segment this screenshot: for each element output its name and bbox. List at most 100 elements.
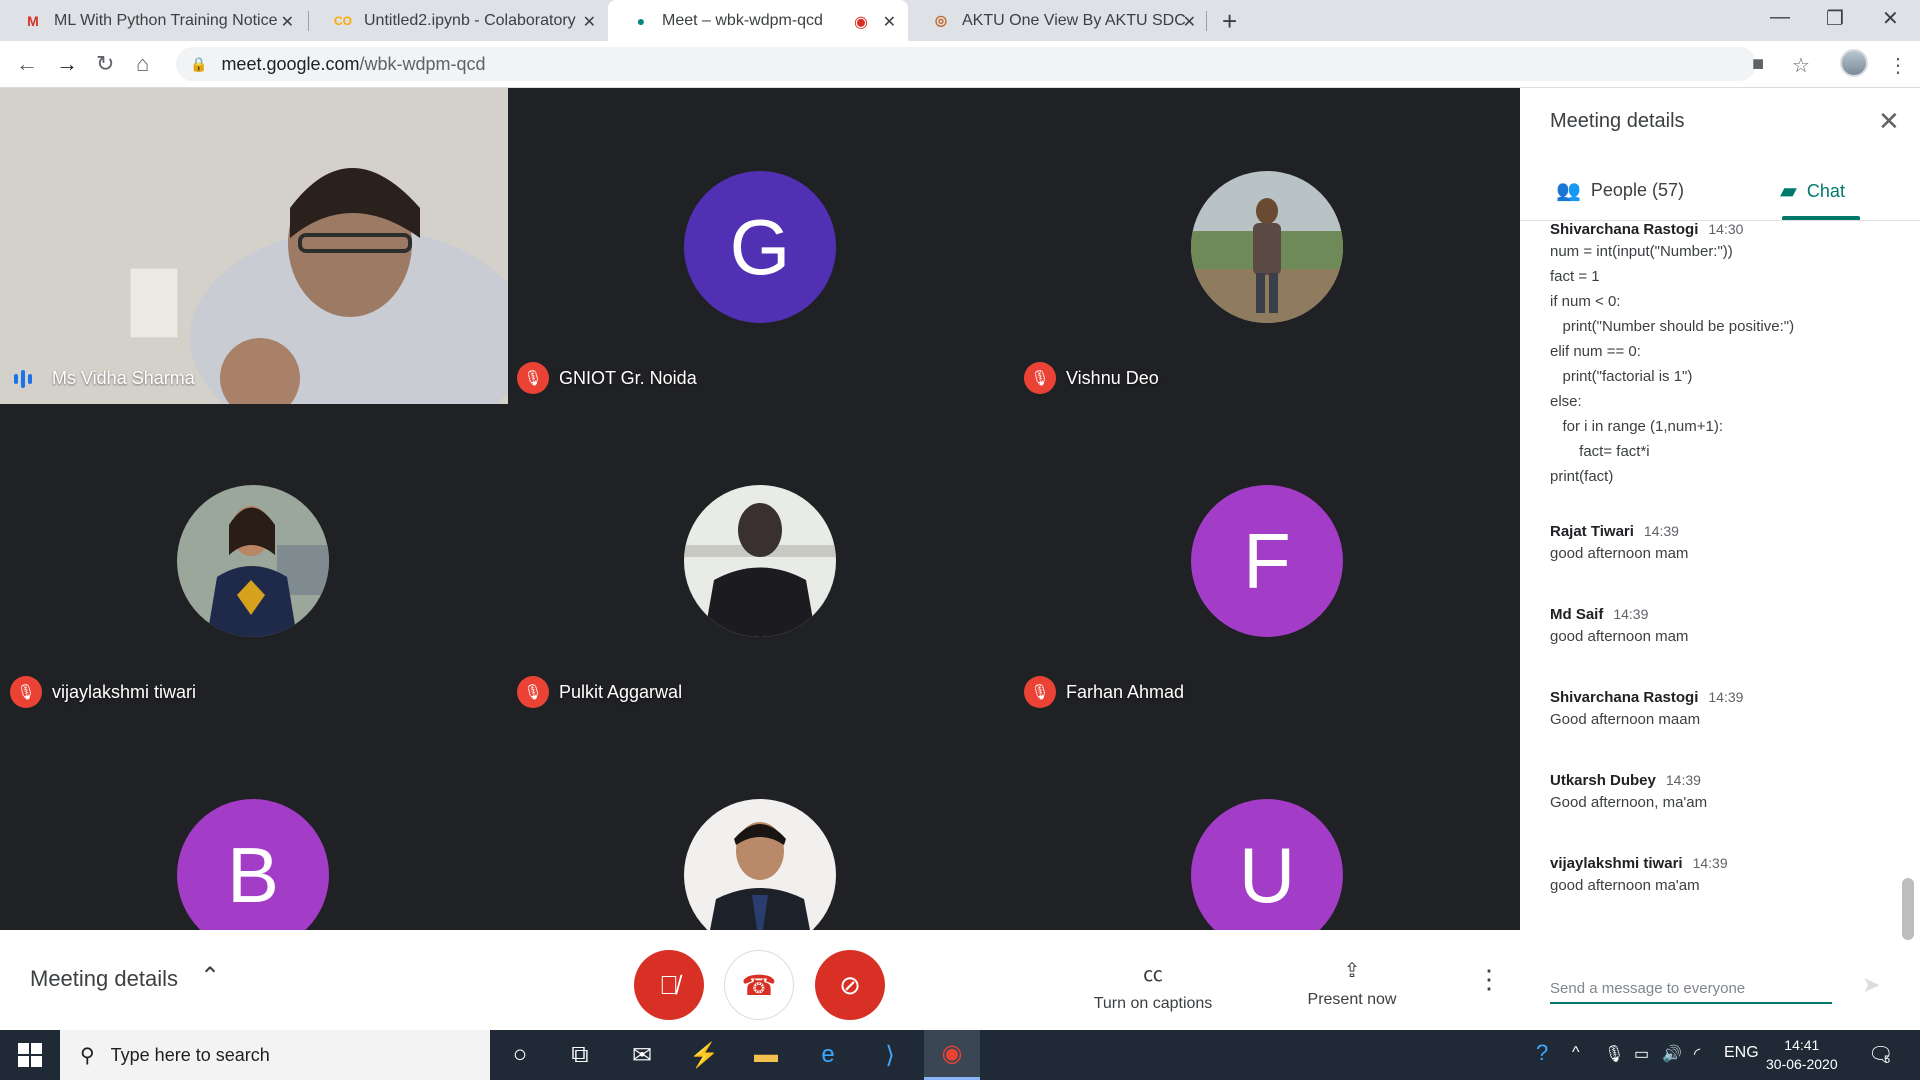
taskbar-search[interactable]: ⚲ Type here to search: [60, 1030, 490, 1080]
message-line: fact = 1: [1550, 268, 1600, 285]
more-options-icon[interactable]: ⋮: [1476, 964, 1502, 995]
participant-avatar: [1191, 171, 1343, 323]
present-label: Present now: [1307, 991, 1397, 1008]
help-icon[interactable]: ?: [1536, 1040, 1548, 1066]
battery-icon[interactable]: ▭: [1634, 1044, 1649, 1064]
participant-name: Vishnu Deo: [1066, 368, 1159, 388]
participant-tile[interactable]: U: [1014, 716, 1520, 930]
participant-tile[interactable]: 🎙 Vishnu Deo: [1014, 88, 1520, 402]
chat-message: Md Saif 14:39 good afternoon mam: [1550, 606, 1900, 649]
tab-colab[interactable]: CO Untitled2.ipynb - Colaboratory ✕: [310, 0, 608, 41]
notification-count: 5: [1884, 1054, 1891, 1066]
browser-menu-icon[interactable]: ⋮: [1888, 53, 1908, 78]
bookmark-star-icon[interactable]: ☆: [1792, 53, 1810, 78]
chat-message-list[interactable]: Shivarchana Rastogi 14:30 num = int(input…: [1520, 221, 1910, 933]
new-tab-button[interactable]: +: [1222, 6, 1237, 37]
close-icon[interactable]: ✕: [1183, 12, 1196, 32]
address-bar[interactable]: 🔒 meet.google.com/wbk-wdpm-qcd: [176, 47, 1756, 81]
chat-icon: ▰: [1780, 178, 1797, 203]
mic-muted-icon: 🎙: [517, 362, 549, 394]
message-line: for i in range (1,num+1):: [1550, 418, 1724, 435]
language-indicator[interactable]: ENG: [1724, 1044, 1759, 1062]
chat-message: Shivarchana Rastogi 14:30 num = int(input…: [1550, 221, 1900, 489]
close-icon[interactable]: ✕: [883, 12, 896, 32]
participant-tile[interactable]: B: [0, 716, 507, 930]
participant-tile[interactable]: 🎙 vijaylakshmi tiwari: [0, 402, 507, 716]
meeting-details-panel: Meeting details ✕ 👥 People (57) ▰ Chat S…: [1520, 88, 1920, 1030]
tab-aktu[interactable]: ◎ AKTU One View By AKTU SDC ✕: [908, 0, 1208, 41]
mic-toggle-button[interactable]: 🎙̸: [634, 950, 704, 1020]
tab-chat-label: Chat: [1806, 180, 1845, 201]
message-time: 14:39: [1692, 855, 1728, 871]
chevron-up-icon[interactable]: ^: [1572, 1044, 1580, 1062]
participant-tile[interactable]: G 🎙 GNIOT Gr. Noida: [507, 88, 1014, 402]
message-sender: vijaylakshmi tiwari: [1550, 855, 1683, 872]
tab-gmail[interactable]: M ML With Python Training Notice ✕: [0, 0, 306, 41]
participant-video: [0, 88, 508, 404]
close-icon[interactable]: ✕: [583, 12, 596, 32]
speaking-indicator-icon: [14, 370, 32, 388]
participant-name: Farhan Ahmad: [1066, 682, 1185, 702]
mail-icon[interactable]: ✉: [614, 1030, 670, 1080]
camera-toggle-button[interactable]: ⊘: [815, 950, 885, 1020]
home-icon[interactable]: ⌂: [136, 51, 149, 77]
chat-message: Shivarchana Rastogi 14:39 Good afternoon …: [1550, 689, 1900, 732]
chrome-icon[interactable]: ◉: [924, 1030, 980, 1080]
mic-muted-icon: 🎙: [1024, 362, 1056, 394]
participant-tile[interactable]: Ms Vidha Sharma: [0, 88, 508, 404]
restore-button[interactable]: ❐: [1826, 6, 1844, 31]
profile-avatar[interactable]: [1840, 49, 1868, 77]
edge-icon[interactable]: e: [800, 1030, 856, 1080]
chevron-up-icon[interactable]: ⌃: [200, 962, 220, 991]
windows-taskbar: ⚲ Type here to search ○ ⧉ ✉ ⚡ ▬ e ⟩ ◉ ? …: [0, 1030, 1920, 1080]
back-icon[interactable]: ←: [16, 51, 38, 77]
url-path: /wbk-wdpm-qcd: [359, 53, 486, 74]
sourcetree-icon[interactable]: ⚡: [676, 1030, 732, 1080]
forward-icon[interactable]: →: [56, 51, 78, 77]
tab-chat[interactable]: ▰ Chat: [1780, 178, 1845, 204]
microphone-icon[interactable]: 🎙: [1604, 1044, 1624, 1064]
search-icon: ⚲: [80, 1044, 95, 1067]
people-icon: 👥: [1556, 180, 1581, 202]
tab-meet[interactable]: ● Meet – wbk-wdpm-qcd ◉ ✕: [608, 0, 908, 41]
participant-tile[interactable]: 🎙 Pulkit Aggarwal: [507, 402, 1014, 716]
participant-name: Pulkit Aggarwal: [559, 682, 683, 702]
close-icon[interactable]: ✕: [281, 12, 294, 32]
message-line: elif num == 0:: [1550, 343, 1641, 360]
volume-icon[interactable]: 🔊: [1662, 1044, 1682, 1064]
task-view-icon[interactable]: ⧉: [552, 1030, 608, 1080]
browser-tab-strip: M ML With Python Training Notice ✕ CO Un…: [0, 0, 1920, 41]
tab-title: Meet – wbk-wdpm-qcd: [662, 11, 823, 29]
present-now-button[interactable]: ⇪ Present now: [1300, 958, 1404, 1009]
minimize-button[interactable]: —: [1770, 6, 1790, 29]
send-icon[interactable]: ➤: [1862, 972, 1880, 998]
tab-people[interactable]: 👥 People (57): [1556, 178, 1684, 203]
participant-tile[interactable]: [507, 716, 1014, 930]
aktu-icon: ◎: [934, 12, 948, 28]
file-explorer-icon[interactable]: ▬: [738, 1030, 794, 1080]
participant-avatar: B: [177, 799, 329, 930]
url-host: meet.google.com: [221, 53, 360, 74]
vscode-icon[interactable]: ⟩: [862, 1030, 918, 1080]
close-icon[interactable]: ✕: [1878, 106, 1900, 137]
cortana-icon[interactable]: ○: [492, 1030, 548, 1080]
message-line: print("Number should be positive:"): [1550, 318, 1795, 335]
wifi-icon[interactable]: ◜: [1694, 1044, 1700, 1064]
message-line: Good afternoon maam: [1550, 711, 1701, 728]
leave-call-button[interactable]: ☎: [724, 950, 794, 1020]
meeting-control-bar: Meeting details ⌃ 🎙̸ ☎ ⊘ ㏄ Turn on capti…: [0, 930, 1520, 1030]
window-close-button[interactable]: ✕: [1882, 6, 1899, 31]
captions-button[interactable]: ㏄ Turn on captions: [1088, 958, 1218, 1013]
camera-icon[interactable]: ■: [1752, 53, 1764, 76]
participant-tile[interactable]: F 🎙 Farhan Ahmad: [1014, 402, 1520, 716]
chat-message-input[interactable]: Send a message to everyone: [1550, 976, 1832, 1004]
hang-up-icon: ☎: [741, 969, 777, 1001]
reload-icon[interactable]: ↻: [96, 51, 114, 77]
message-time: 14:30: [1708, 221, 1744, 237]
chat-scrollbar[interactable]: [1902, 878, 1914, 940]
meeting-details-button[interactable]: Meeting details: [30, 966, 178, 992]
taskbar-clock[interactable]: 14:41 30-06-2020: [1766, 1036, 1838, 1074]
windows-start-icon[interactable]: [18, 1043, 42, 1067]
message-line: good afternoon ma'am: [1550, 877, 1700, 894]
panel-title: Meeting details: [1550, 110, 1685, 132]
